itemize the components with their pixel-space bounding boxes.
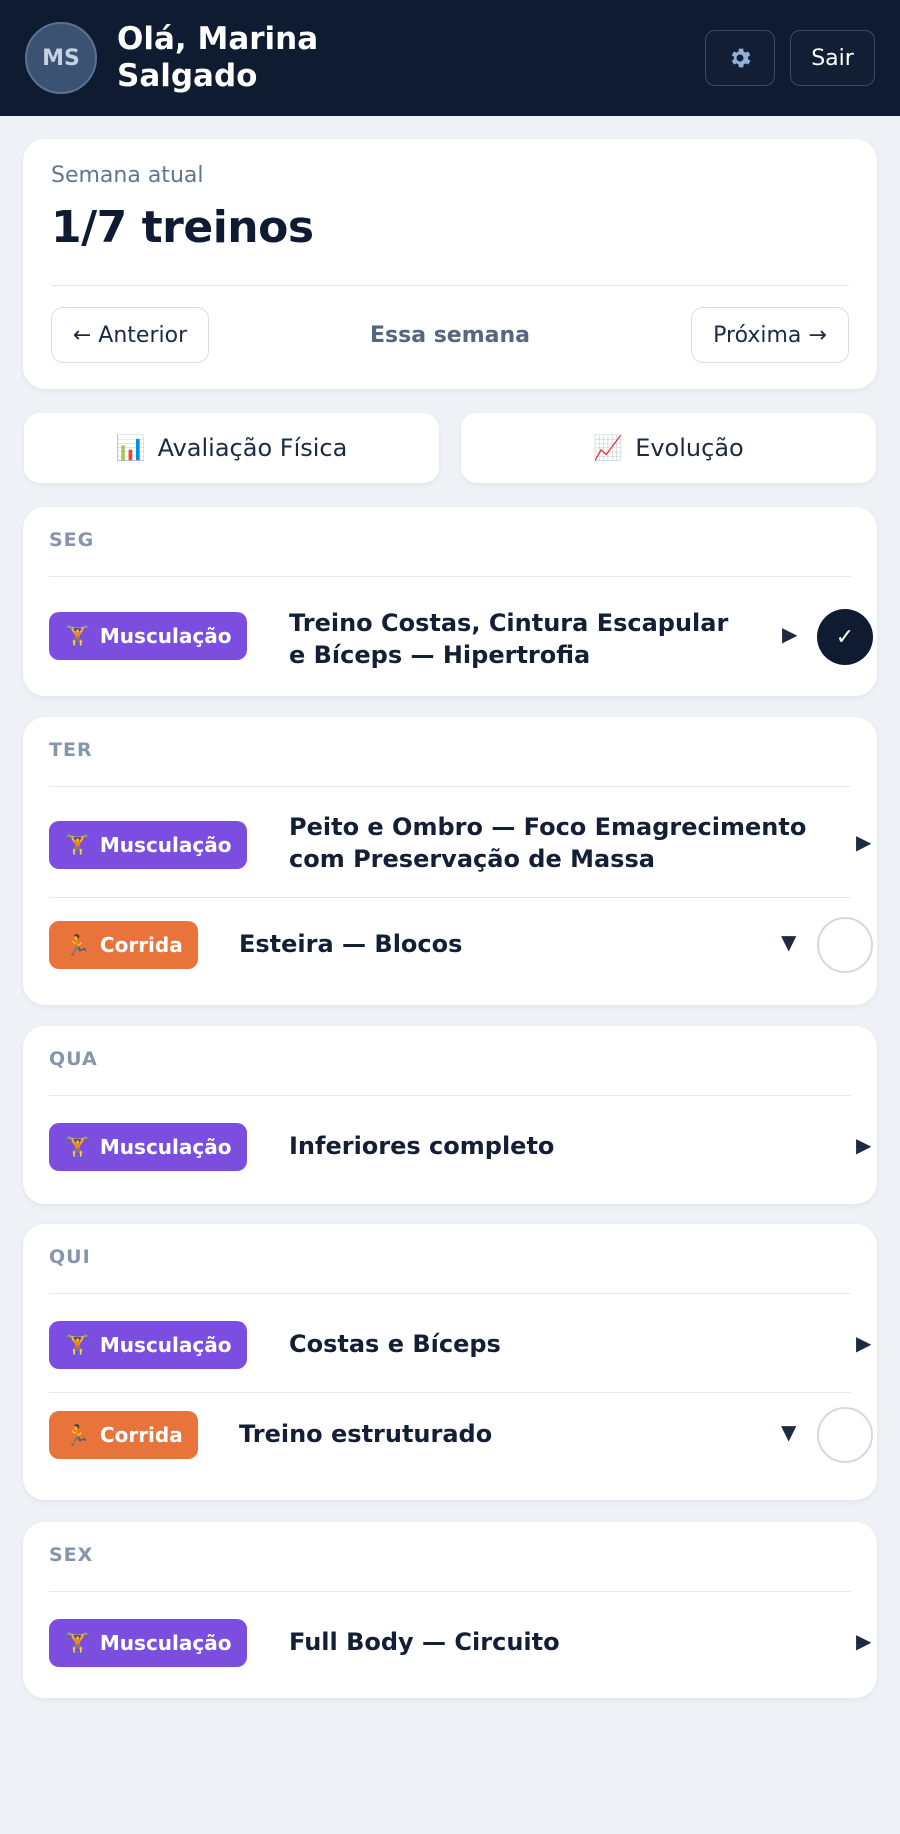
strength-badge: 🏋 Musculação bbox=[49, 1321, 247, 1369]
week-summary-card: Semana atual 1/7 treinos Essa semana ← A… bbox=[23, 139, 877, 389]
workout-title[interactable]: Peito e Ombro — Foco Emagrecimento com P… bbox=[289, 811, 829, 875]
workout-row[interactable]: 🏃 Corrida Esteira — Blocos ▼ bbox=[49, 898, 873, 998]
workout-row[interactable]: 🏋 Musculação Treino Costas, Cintura Esca… bbox=[49, 577, 873, 695]
bar-chart-icon: 📊 bbox=[115, 434, 146, 462]
day-label: QUA bbox=[49, 1048, 98, 1070]
badge-label: Musculação bbox=[99, 624, 232, 648]
expand-icon[interactable]: ▶ bbox=[856, 1331, 871, 1355]
day-label: QUI bbox=[49, 1246, 91, 1268]
workout-title[interactable]: Inferiores completo bbox=[289, 1130, 789, 1162]
strength-badge: 🏋 Musculação bbox=[49, 1123, 247, 1171]
workout-row[interactable]: 🏋 Musculação Full Body — Circuito ▶ bbox=[49, 1592, 871, 1692]
expand-icon[interactable]: ▶ bbox=[856, 1133, 871, 1157]
physical-assessment-button[interactable]: 📊 Avaliação Física bbox=[24, 413, 439, 483]
collapse-icon[interactable]: ▼ bbox=[781, 1420, 796, 1444]
workout-title[interactable]: Full Body — Circuito bbox=[289, 1626, 789, 1658]
week-workout-count: 1/7 treinos bbox=[51, 202, 314, 253]
strength-badge: 🏋 Musculação bbox=[49, 1619, 247, 1667]
app-header: MS Olá, Marina Salgado Sair bbox=[0, 0, 900, 116]
weightlifting-icon: 🏋 bbox=[65, 1631, 90, 1655]
complete-checkbox[interactable] bbox=[817, 1407, 873, 1463]
evolution-label: Evolução bbox=[635, 434, 744, 462]
expand-icon[interactable]: ▶ bbox=[782, 622, 797, 646]
workout-title[interactable]: Esteira — Blocos bbox=[239, 928, 639, 960]
evolution-button[interactable]: 📈 Evolução bbox=[461, 413, 876, 483]
day-card-qua: QUA 🏋 Musculação Inferiores completo ▶ bbox=[23, 1026, 877, 1204]
week-navigation: Essa semana ← Anterior Próxima → bbox=[51, 307, 849, 363]
logout-button[interactable]: Sair bbox=[790, 30, 875, 86]
weightlifting-icon: 🏋 bbox=[65, 1135, 90, 1159]
run-badge: 🏃 Corrida bbox=[49, 1411, 198, 1459]
expand-icon[interactable]: ▶ bbox=[856, 830, 871, 854]
workout-title[interactable]: Costas e Bíceps bbox=[289, 1328, 789, 1360]
workout-row[interactable]: 🏃 Corrida Treino estruturado ▼ bbox=[49, 1393, 873, 1493]
day-card-qui: QUI 🏋 Musculação Costas e Bíceps ▶ 🏃 Cor… bbox=[23, 1224, 877, 1500]
day-card-seg: SEG 🏋 Musculação Treino Costas, Cintura … bbox=[23, 507, 877, 696]
day-label: TER bbox=[49, 739, 93, 761]
day-label: SEX bbox=[49, 1544, 94, 1566]
badge-label: Corrida bbox=[99, 933, 183, 957]
settings-button[interactable] bbox=[705, 30, 775, 86]
badge-label: Musculação bbox=[99, 1333, 232, 1357]
workout-title[interactable]: Treino Costas, Cintura Escapular e Bícep… bbox=[289, 607, 729, 671]
run-badge: 🏃 Corrida bbox=[49, 921, 198, 969]
day-label: SEG bbox=[49, 529, 95, 551]
running-icon: 🏃 bbox=[65, 933, 90, 957]
workout-row[interactable]: 🏋 Musculação Inferiores completo ▶ bbox=[49, 1096, 871, 1196]
workout-title[interactable]: Treino estruturado bbox=[239, 1418, 639, 1450]
week-label: Semana atual bbox=[51, 163, 204, 188]
collapse-icon[interactable]: ▼ bbox=[781, 930, 796, 954]
avatar[interactable]: MS bbox=[25, 22, 97, 94]
physical-assessment-label: Avaliação Física bbox=[157, 434, 348, 462]
expand-icon[interactable]: ▶ bbox=[856, 1629, 871, 1653]
workout-row[interactable]: 🏋 Musculação Costas e Bíceps ▶ bbox=[49, 1294, 871, 1392]
weightlifting-icon: 🏋 bbox=[65, 1333, 90, 1357]
divider bbox=[51, 285, 849, 286]
workout-row[interactable]: 🏋 Musculação Peito e Ombro — Foco Emagre… bbox=[49, 787, 871, 897]
complete-checkbox[interactable] bbox=[817, 917, 873, 973]
running-icon: 🏃 bbox=[65, 1423, 90, 1447]
next-week-button[interactable]: Próxima → bbox=[691, 307, 849, 363]
weightlifting-icon: 🏋 bbox=[65, 624, 90, 648]
strength-badge: 🏋 Musculação bbox=[49, 612, 247, 660]
badge-label: Musculação bbox=[99, 1631, 232, 1655]
badge-label: Corrida bbox=[99, 1423, 183, 1447]
badge-label: Musculação bbox=[99, 1135, 232, 1159]
greeting-title: Olá, Marina Salgado bbox=[117, 21, 319, 94]
badge-label: Musculação bbox=[99, 833, 232, 857]
complete-checkbox[interactable]: ✓ bbox=[817, 609, 873, 665]
weightlifting-icon: 🏋 bbox=[65, 833, 90, 857]
gear-icon bbox=[731, 48, 751, 68]
previous-week-button[interactable]: ← Anterior bbox=[51, 307, 209, 363]
strength-badge: 🏋 Musculação bbox=[49, 821, 247, 869]
day-card-ter: TER 🏋 Musculação Peito e Ombro — Foco Em… bbox=[23, 717, 877, 1005]
trend-chart-icon: 📈 bbox=[593, 434, 624, 462]
day-card-sex: SEX 🏋 Musculação Full Body — Circuito ▶ bbox=[23, 1522, 877, 1698]
